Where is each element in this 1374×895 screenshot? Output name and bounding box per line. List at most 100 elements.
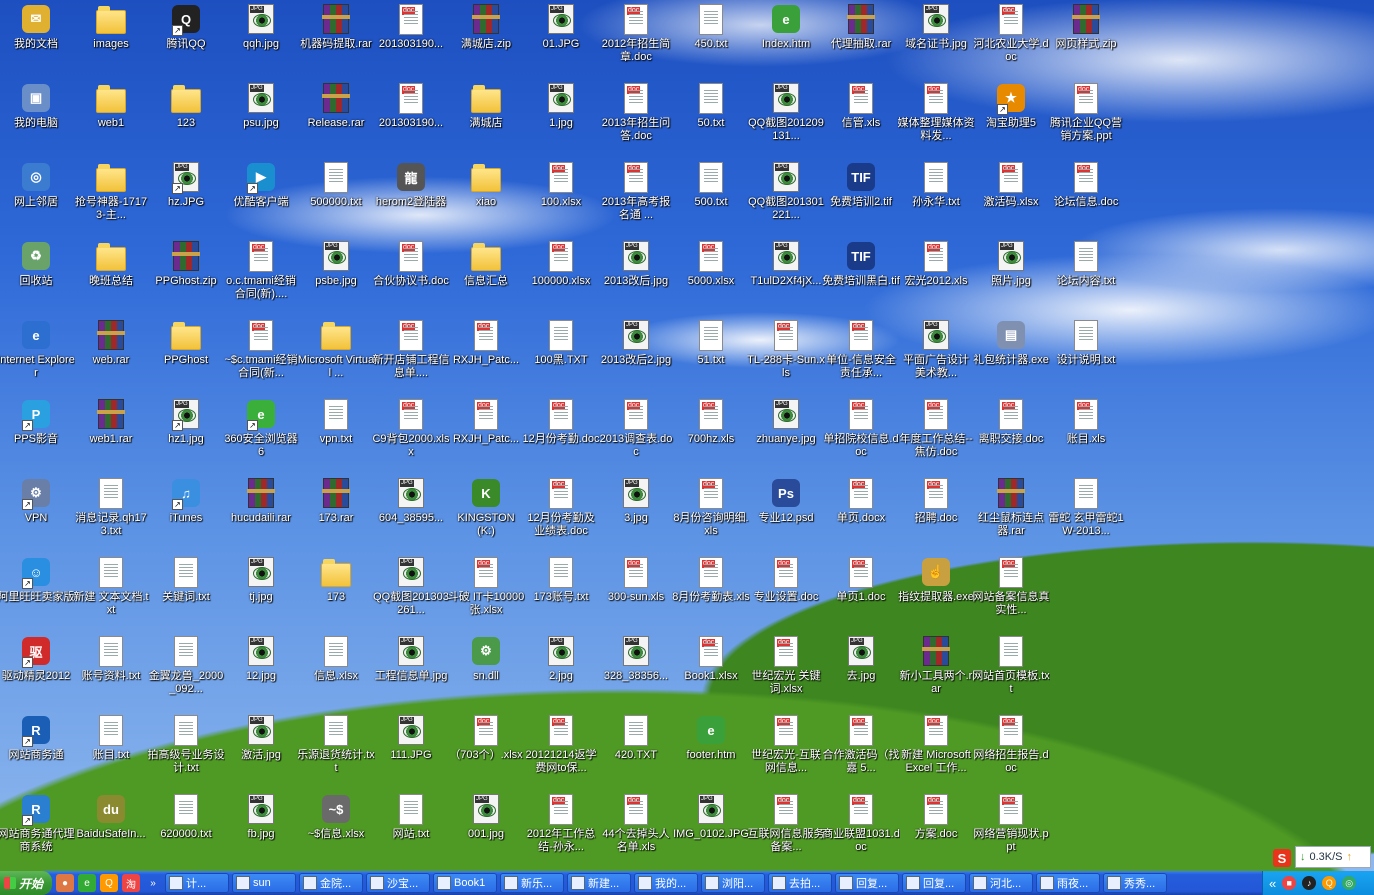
desktop-icon[interactable]: hucudaili.rar bbox=[223, 476, 299, 554]
quicklaunch-taobao-icon[interactable]: 淘 bbox=[122, 874, 140, 892]
desktop-icon[interactable]: K KINGSTON (K:) bbox=[448, 476, 524, 554]
desktop-icon[interactable]: doc 单页.docx bbox=[823, 476, 899, 554]
desktop-icon[interactable]: 论坛内容.txt bbox=[1048, 239, 1124, 317]
desktop-icon[interactable]: doc TL-288卡-Sun.xls bbox=[747, 318, 825, 396]
desktop-icon[interactable]: du BaiduSafeIn... bbox=[73, 792, 149, 870]
desktop-icon[interactable]: 龍 herom2登陆器 bbox=[373, 160, 449, 238]
desktop-icon[interactable]: doc 斗破 IT卡10000张.xlsx bbox=[448, 555, 524, 633]
desktop-icon[interactable]: doc 互联网信息服务备案... bbox=[748, 792, 825, 870]
desktop-icon[interactable]: Q ↗ 腾讯QQ bbox=[148, 2, 224, 80]
desktop-icon[interactable]: 红尘鼠标连点器.rar bbox=[973, 476, 1049, 554]
desktop-icon[interactable]: doc 单位-信息安全责任承... bbox=[823, 318, 899, 396]
desktop[interactable]: ✉ 我的文档 ▣ 我的电脑 ◎ 网上邻居 ♻ 回收站 e Internet Explorer P ↗ P… bbox=[0, 0, 1374, 871]
desktop-icon[interactable]: doc 2012年工作总结-孙永... bbox=[523, 792, 599, 870]
desktop-icon[interactable]: JPG tj.jpg bbox=[223, 555, 299, 633]
desktop-icon[interactable]: doc o.c.tmami经销合同(新).... bbox=[223, 239, 299, 317]
desktop-icon[interactable]: doc 论坛信息.doc bbox=[1048, 160, 1124, 238]
desktop-icon[interactable]: TIF 免费培训黑白.tif bbox=[822, 239, 900, 317]
desktop-icon[interactable]: JPG QQ截图201209131... bbox=[748, 81, 824, 159]
desktop-icon[interactable]: doc 100.xlsx bbox=[523, 160, 599, 238]
desktop-icon[interactable]: 新建 文本文档.txt bbox=[73, 555, 149, 633]
desktop-icon[interactable]: Release.rar bbox=[298, 81, 374, 159]
sogou-ime-icon[interactable]: S bbox=[1273, 849, 1291, 867]
desktop-icon[interactable]: JPG ↗ hz.JPG bbox=[148, 160, 224, 238]
desktop-icon[interactable]: 500000.txt bbox=[298, 160, 374, 238]
desktop-icon[interactable]: images bbox=[73, 2, 149, 80]
desktop-icon[interactable]: doc Book1.xlsx bbox=[673, 634, 749, 712]
desktop-icon[interactable]: doc 腾讯企业QQ营销方案.ppt bbox=[1048, 81, 1124, 159]
desktop-icon[interactable]: doc 媒体整理媒体资料发... bbox=[898, 81, 975, 159]
quicklaunch-overflow-icon[interactable]: » bbox=[144, 874, 162, 892]
desktop-icon[interactable]: doc RXJH_Patc... bbox=[448, 397, 524, 475]
desktop-icon[interactable]: TIF 免费培训2.tif bbox=[823, 160, 899, 238]
desktop-icon[interactable]: doc ~$c.tmami经销合同(新... bbox=[223, 318, 299, 396]
desktop-icon[interactable]: doc RXJH_Patc... bbox=[448, 318, 524, 396]
tray-antivirus-icon[interactable]: ■ bbox=[1282, 876, 1297, 890]
desktop-icon[interactable]: doc 8月份咨询明细.xls bbox=[673, 476, 749, 554]
desktop-icon[interactable]: web1 bbox=[73, 81, 149, 159]
desktop-icon[interactable]: JPG 3.jpg bbox=[598, 476, 674, 554]
desktop-icon[interactable]: doc 网络营销现状.ppt bbox=[973, 792, 1049, 870]
desktop-icon[interactable]: 网页样式.zip bbox=[1048, 2, 1124, 80]
desktop-icon[interactable]: 关键词.txt bbox=[148, 555, 224, 633]
desktop-icon[interactable]: doc 世纪宏光-互联网信息... bbox=[748, 713, 824, 791]
desktop-icon[interactable]: doc C9背包2000.xlsx bbox=[372, 397, 450, 475]
desktop-icon[interactable]: doc 新建 Microsoft Excel 工作... bbox=[898, 713, 974, 791]
desktop-icon[interactable]: doc 商业联盟1031.doc bbox=[822, 792, 900, 870]
desktop-icon[interactable]: Ps 专业12.psd bbox=[748, 476, 824, 554]
desktop-icon[interactable]: JPG 604_38595... bbox=[373, 476, 449, 554]
desktop-icon[interactable]: JPG QQ截图201303261... bbox=[373, 555, 449, 633]
desktop-icon[interactable]: 123 bbox=[148, 81, 224, 159]
desktop-icon[interactable]: P ↗ PPS影音 bbox=[0, 397, 74, 475]
desktop-icon[interactable]: doc 5000.xlsx bbox=[673, 239, 749, 317]
desktop-icon[interactable]: doc 44个去掉头人名单.xls bbox=[598, 792, 674, 870]
desktop-icon[interactable]: 420.TXT bbox=[598, 713, 674, 791]
desktop-icon[interactable]: doc 合伙协议书.doc bbox=[373, 239, 449, 317]
desktop-icon[interactable]: 新小工具两个.rar bbox=[898, 634, 974, 712]
taskbar-window-button[interactable]: sun bbox=[232, 873, 296, 893]
desktop-icon[interactable]: 晚班总结 bbox=[73, 239, 149, 317]
desktop-icon[interactable]: PPGhost.zip bbox=[148, 239, 224, 317]
taskbar-window-button[interactable]: 新建... bbox=[567, 873, 631, 893]
taskbar-window-button[interactable]: 秀秀... bbox=[1103, 873, 1167, 893]
desktop-icon[interactable]: vpn.txt bbox=[298, 397, 374, 475]
taskbar-window-button[interactable]: Book1 bbox=[433, 873, 497, 893]
start-button[interactable]: 开始 bbox=[0, 871, 52, 895]
desktop-icon[interactable]: 51.txt bbox=[673, 318, 749, 396]
desktop-icon[interactable]: JPG QQ截图201301221... bbox=[748, 160, 824, 238]
desktop-icon[interactable]: 450.txt bbox=[673, 2, 749, 80]
desktop-icon[interactable]: doc 激活码.xlsx bbox=[973, 160, 1049, 238]
desktop-icon[interactable]: 设计说明.txt bbox=[1048, 318, 1124, 396]
desktop-icon[interactable]: doc 宏光2012.xls bbox=[898, 239, 974, 317]
desktop-icon[interactable]: ⚙ sn.dll bbox=[448, 634, 524, 712]
taskbar-window-button[interactable]: 沙宝... bbox=[366, 873, 430, 893]
desktop-icon[interactable]: JPG 2013改后2.jpg bbox=[598, 318, 674, 396]
taskbar-window-button[interactable]: 我的... bbox=[634, 873, 698, 893]
desktop-icon[interactable]: doc 700hz.xls bbox=[673, 397, 749, 475]
desktop-icon[interactable]: doc 201303190... bbox=[373, 2, 449, 80]
tray-overflow-icon[interactable]: « bbox=[1269, 876, 1276, 891]
desktop-icon[interactable]: 173.rar bbox=[298, 476, 374, 554]
desktop-icon[interactable]: JPG 111.JPG bbox=[373, 713, 449, 791]
desktop-icon[interactable]: doc 2012年招生简章.doc bbox=[598, 2, 674, 80]
quicklaunch-qq-icon[interactable]: Q bbox=[100, 874, 118, 892]
desktop-icon[interactable]: JPG 12.jpg bbox=[223, 634, 299, 712]
desktop-icon[interactable]: doc 世纪宏光 关键词.xlsx bbox=[748, 634, 824, 712]
desktop-icon[interactable]: doc 8月份考勤表.xls bbox=[672, 555, 750, 633]
taskbar-window-button[interactable]: 浏阳... bbox=[701, 873, 765, 893]
desktop-icon[interactable]: JPG IMG_0102.JPG bbox=[673, 792, 749, 870]
desktop-icon[interactable]: doc 100000.xlsx bbox=[523, 239, 599, 317]
desktop-icon[interactable]: doc 河北农业大学.doc bbox=[973, 2, 1049, 80]
desktop-icon[interactable]: JPG 01.JPG bbox=[523, 2, 599, 80]
desktop-icon[interactable]: ▶ ↗ 优酷客户端 bbox=[223, 160, 299, 238]
desktop-icon[interactable]: ◎ 网上邻居 bbox=[0, 160, 74, 238]
desktop-icon[interactable]: JPG 001.jpg bbox=[448, 792, 524, 870]
desktop-icon[interactable]: doc 网站备案信息真实性... bbox=[973, 555, 1050, 633]
desktop-icon[interactable]: 满城店.zip bbox=[448, 2, 524, 80]
tray-network-icon[interactable]: ◎ bbox=[1342, 876, 1357, 890]
taskbar-window-button[interactable]: 河北... bbox=[969, 873, 1033, 893]
desktop-icon[interactable]: JPG psbe.jpg bbox=[298, 239, 374, 317]
taskbar-window-button[interactable]: 回复... bbox=[835, 873, 899, 893]
desktop-icon[interactable]: JPG T1ulD2Xf4jX... bbox=[748, 239, 824, 317]
desktop-icon[interactable]: ♫ ↗ iTunes bbox=[148, 476, 224, 554]
